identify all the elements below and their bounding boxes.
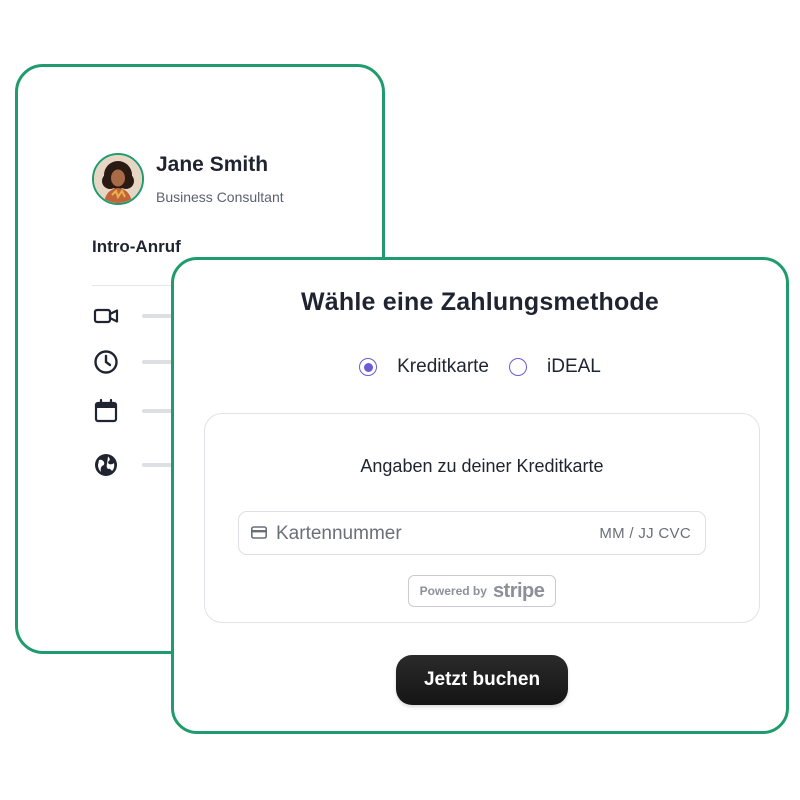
radio-kreditkarte[interactable]: Kreditkarte [359,356,489,378]
radio-dot [363,362,373,372]
calendar-icon [94,398,118,423]
powered-by-label: Powered by [419,584,487,598]
globe-icon [95,454,117,476]
clock-icon [94,350,118,374]
radio-ideal[interactable]: iDEAL [509,356,601,378]
radio-label-kreditkarte: Kreditkarte [397,356,489,377]
radio-label-ideal: iDEAL [547,356,601,377]
host-role: Business Consultant [156,189,284,205]
profile-photo-icon [94,155,142,203]
payment-title: Wähle eine Zahlungsmethode [300,288,660,316]
expiry-cvc-placeholder: MM / JJ CVC [599,525,691,542]
card-number-placeholder: Kartennummer [276,523,402,544]
credit-card-form-title: Angaben zu deiner Kreditkarte [360,456,604,476]
event-title: Intro-Anruf [92,237,181,256]
powered-by-stripe-badge[interactable]: Powered by stripe [408,575,556,607]
host-name: Jane Smith [156,153,269,176]
stripe-logo: stripe [492,579,545,602]
radio-selected-icon[interactable] [359,358,378,376]
radio-unselected-icon[interactable] [509,358,527,376]
credit-card-icon [251,526,267,539]
book-now-button[interactable]: Jetzt buchen [396,655,568,705]
payment-card: Wähle eine Zahlungsmethode Kreditkarte i… [171,257,789,734]
video-camera-icon [93,308,119,324]
payment-method-options: Kreditkarte iDEAL [174,352,786,382]
credit-card-form: Angaben zu deiner Kreditkarte Kartennumm… [204,413,760,623]
card-number-input[interactable]: Kartennummer MM / JJ CVC [238,511,706,555]
host-avatar [92,153,144,205]
